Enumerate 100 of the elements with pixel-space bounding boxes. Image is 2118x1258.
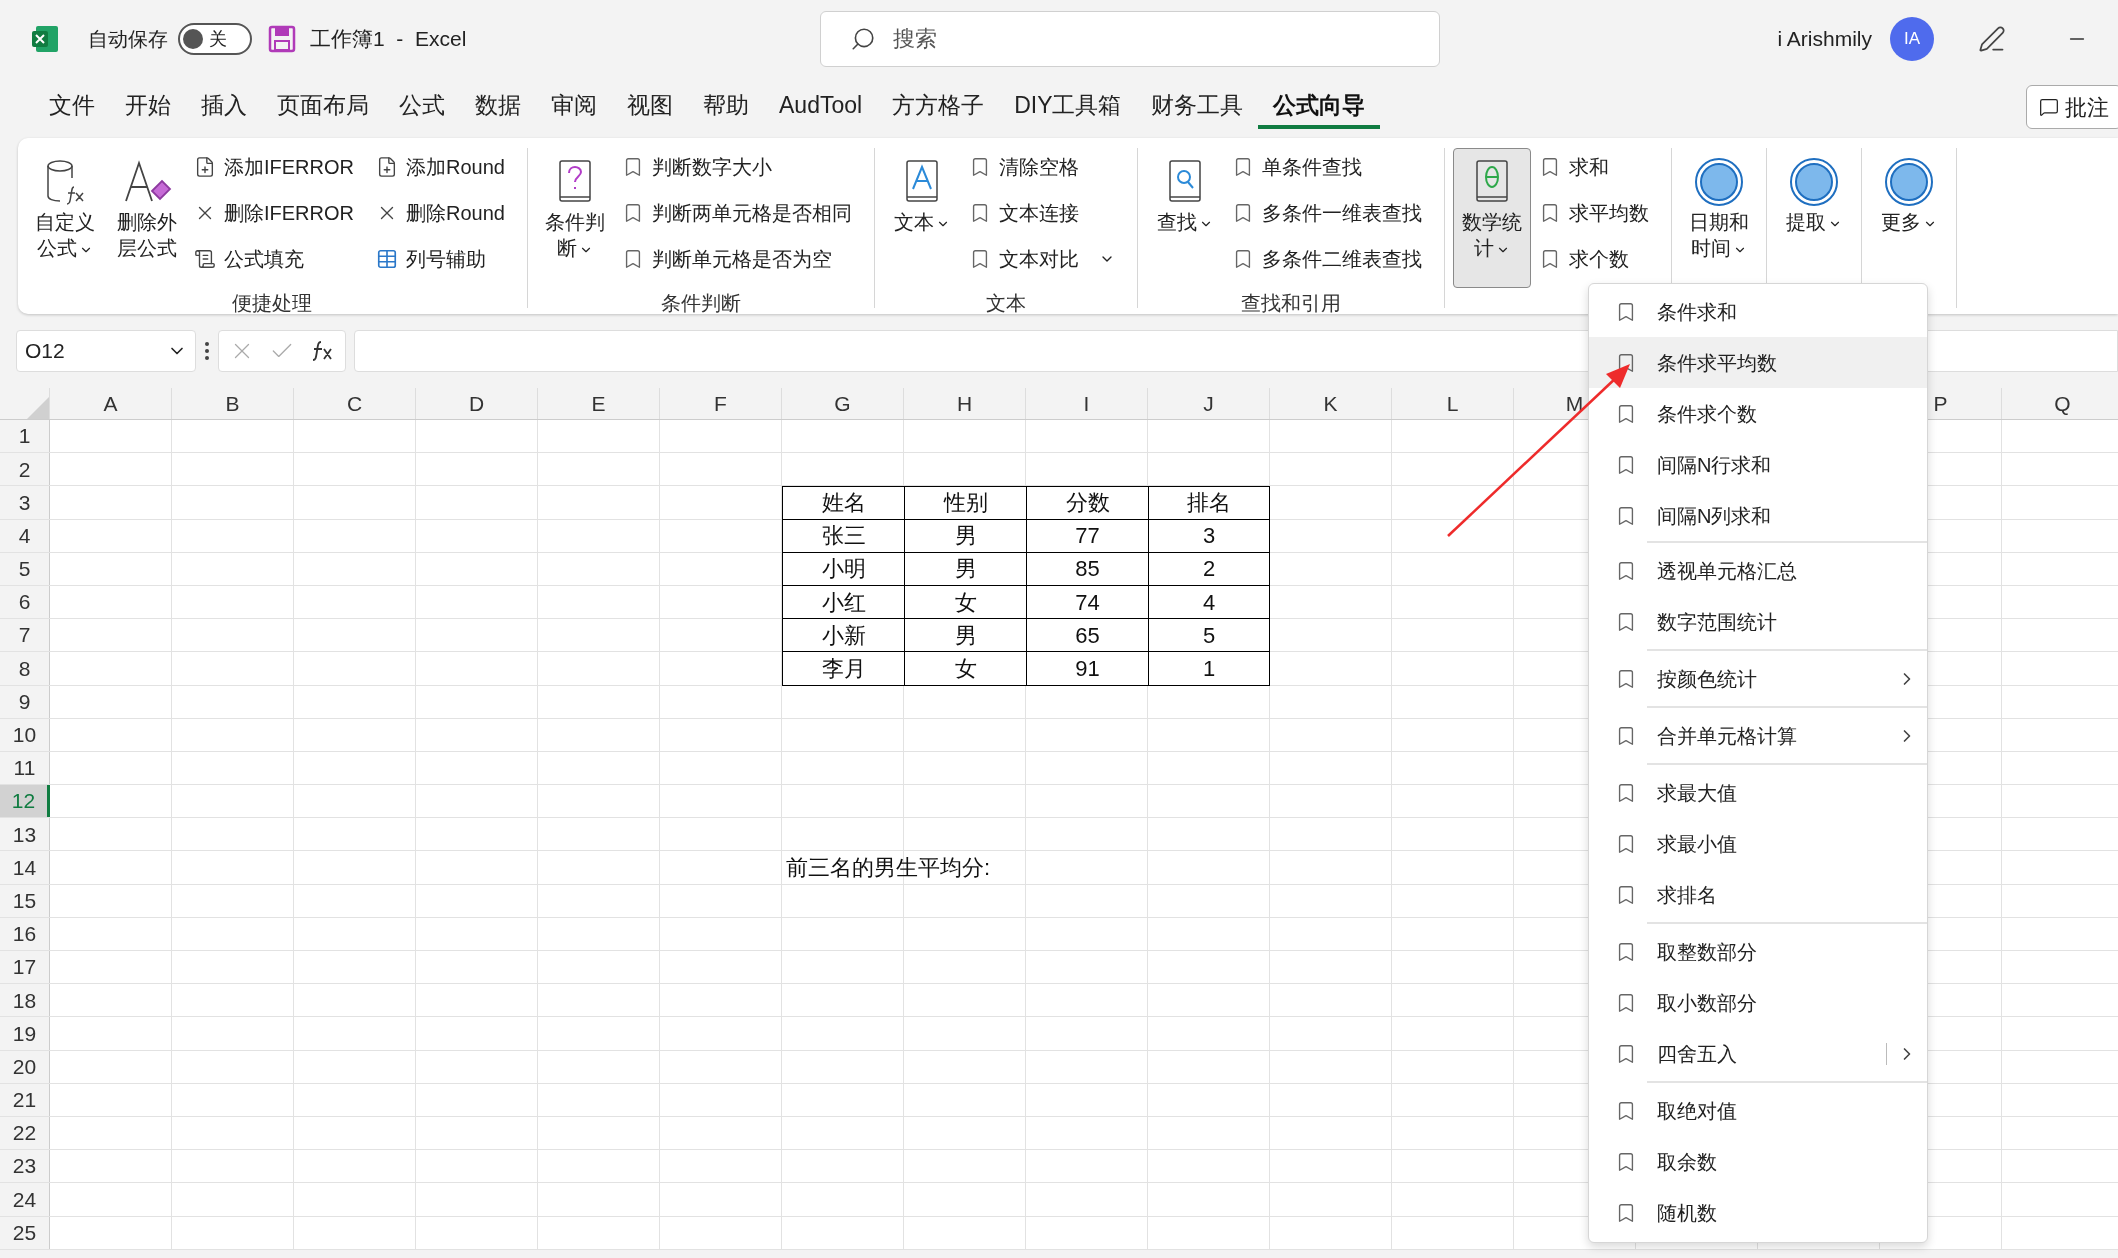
menu-item[interactable]: 合并单元格计算 <box>1589 710 1927 761</box>
menu-item[interactable]: 取小数部分 <box>1589 977 1927 1028</box>
row-header[interactable]: 6 <box>0 585 50 619</box>
ribbon-button[interactable]: 单条件查找 <box>1227 150 1426 184</box>
menu-tab[interactable]: DIY工具箱 <box>999 85 1137 129</box>
row-header[interactable]: 1 <box>0 420 50 453</box>
row-header[interactable]: 13 <box>0 818 50 851</box>
menu-tab[interactable]: 开始 <box>110 85 186 129</box>
row-header[interactable]: 23 <box>0 1150 50 1183</box>
menu-item[interactable]: 数字范围统计 <box>1589 596 1927 647</box>
ribbon-button[interactable]: 判断两单元格是否相同 <box>617 196 856 230</box>
search-field[interactable]: 搜索 <box>820 11 1441 67</box>
menu-item[interactable]: 间隔N行求和 <box>1589 439 1927 490</box>
menu-tab[interactable]: 插入 <box>186 85 262 129</box>
row-header[interactable]: 16 <box>0 917 50 950</box>
ribbon-button[interactable]: 删除Round <box>372 196 509 230</box>
column-header[interactable]: F <box>714 387 727 420</box>
ribbon-large-button[interactable]: 文本 <box>882 148 961 288</box>
ribbon-button[interactable]: 求平均数 <box>1534 196 1653 230</box>
row-header[interactable]: 11 <box>0 751 50 785</box>
menu-tab[interactable]: AudTool <box>764 85 878 129</box>
ribbon-large-button[interactable]: 删除外层公式 <box>108 148 186 288</box>
menu-tab[interactable]: 审阅 <box>536 85 612 129</box>
row-header[interactable]: 4 <box>0 519 50 552</box>
row-header[interactable]: 19 <box>0 1017 50 1050</box>
ribbon-large-button[interactable]: 查找 <box>1145 148 1224 288</box>
column-header[interactable]: E <box>591 387 606 420</box>
ribbon-button[interactable]: 列号辅助 <box>372 242 509 276</box>
menu-item[interactable]: 取余数 <box>1589 1136 1927 1187</box>
menu-item[interactable]: 间隔N列求和 <box>1589 490 1927 541</box>
column-header[interactable]: I <box>1083 387 1090 420</box>
ribbon-button[interactable]: 判断数字大小 <box>617 150 856 184</box>
row-header[interactable]: 5 <box>0 552 50 585</box>
menu-item[interactable]: 随机数 <box>1589 1187 1927 1238</box>
ribbon-button[interactable]: 删除IFERROR <box>190 196 358 230</box>
menu-item[interactable]: 透视单元格汇总 <box>1589 545 1927 596</box>
ribbon-button[interactable]: 多条件二维表查找 <box>1227 242 1426 276</box>
row-header[interactable]: 24 <box>0 1183 50 1216</box>
ribbon-large-button[interactable]: 条件判断 <box>535 148 614 288</box>
menu-tab[interactable]: 方方格子 <box>877 85 1000 129</box>
comments-button[interactable]: 批注 <box>2026 85 2118 129</box>
row-header[interactable]: 14 <box>0 851 50 884</box>
row-header[interactable]: 9 <box>0 685 50 718</box>
ribbon-large-button[interactable]: 数学统计 <box>1452 148 1531 288</box>
name-box[interactable]: O12 <box>16 330 196 372</box>
menu-tab[interactable]: 页面布局 <box>262 85 384 129</box>
column-header[interactable]: Q <box>2054 387 2071 420</box>
row-header[interactable]: 15 <box>0 884 50 917</box>
menu-item[interactable]: 求最大值 <box>1589 767 1927 818</box>
ribbon-button[interactable]: 添加IFERROR <box>190 150 358 184</box>
column-header[interactable]: D <box>468 387 485 420</box>
column-header[interactable]: G <box>834 387 851 420</box>
ribbon-button[interactable]: 求和 <box>1534 150 1653 184</box>
menu-item[interactable]: 求排名 <box>1589 869 1927 920</box>
menu-tab[interactable]: 公式 <box>384 85 460 129</box>
ribbon-large-button[interactable]: 提取 <box>1774 148 1853 288</box>
ribbon-large-button[interactable]: 日期和时间 <box>1679 148 1758 288</box>
menu-tab[interactable]: 视图 <box>612 85 688 129</box>
ribbon-button[interactable]: 文本对比 <box>964 242 1119 276</box>
menu-tab[interactable]: 帮助 <box>688 85 764 129</box>
row-header[interactable]: 22 <box>0 1116 50 1150</box>
menu-tab[interactable]: 财务工具 <box>1136 85 1259 129</box>
column-header[interactable]: A <box>103 387 118 420</box>
ribbon-button[interactable]: 清除空格 <box>964 150 1119 184</box>
autosave-toggle[interactable]: 关 <box>178 23 252 55</box>
menu-item[interactable]: 条件求个数 <box>1589 388 1927 439</box>
save-icon[interactable] <box>268 25 296 53</box>
column-header[interactable]: P <box>1933 387 1948 420</box>
menu-item[interactable]: 条件求和 <box>1589 286 1927 337</box>
column-header[interactable]: H <box>956 387 973 420</box>
menu-tab[interactable]: 文件 <box>34 85 110 129</box>
ribbon-large-button[interactable]: 自定义公式 <box>26 148 104 288</box>
ribbon-button[interactable]: 求个数 <box>1534 242 1653 276</box>
menu-item[interactable]: 取整数部分 <box>1589 926 1927 977</box>
column-header[interactable]: B <box>225 387 240 420</box>
row-header[interactable]: 10 <box>0 718 50 751</box>
row-header[interactable]: 18 <box>0 984 50 1017</box>
row-header[interactable]: 12 <box>0 785 50 818</box>
menu-tab[interactable]: 数据 <box>460 85 536 129</box>
more-icon[interactable] <box>204 341 210 361</box>
ribbon-large-button[interactable]: 更多 <box>1869 148 1948 288</box>
column-header[interactable]: C <box>346 387 363 420</box>
row-header[interactable]: 2 <box>0 453 50 486</box>
pen-icon[interactable] <box>1978 25 2006 53</box>
row-header[interactable]: 25 <box>0 1216 50 1249</box>
ribbon-button[interactable]: 添加Round <box>372 150 509 184</box>
row-header[interactable]: 8 <box>0 652 50 685</box>
row-header[interactable]: 17 <box>0 951 50 984</box>
column-header[interactable]: M <box>1565 387 1584 420</box>
menu-tab[interactable]: 公式向导 <box>1258 85 1381 129</box>
menu-item[interactable]: 取绝对值 <box>1589 1085 1927 1136</box>
user-avatar[interactable]: IA <box>1890 17 1934 61</box>
column-header[interactable]: J <box>1203 387 1214 420</box>
menu-item[interactable]: 条件求平均数 <box>1589 337 1927 388</box>
ribbon-button[interactable]: 判断单元格是否为空 <box>617 242 856 276</box>
row-header[interactable]: 21 <box>0 1083 50 1116</box>
menu-item[interactable]: 四舍五入 <box>1589 1028 1927 1079</box>
ribbon-button[interactable]: 文本连接 <box>964 196 1119 230</box>
row-header[interactable]: 3 <box>0 486 50 519</box>
ribbon-button[interactable]: 多条件一维表查找 <box>1227 196 1426 230</box>
